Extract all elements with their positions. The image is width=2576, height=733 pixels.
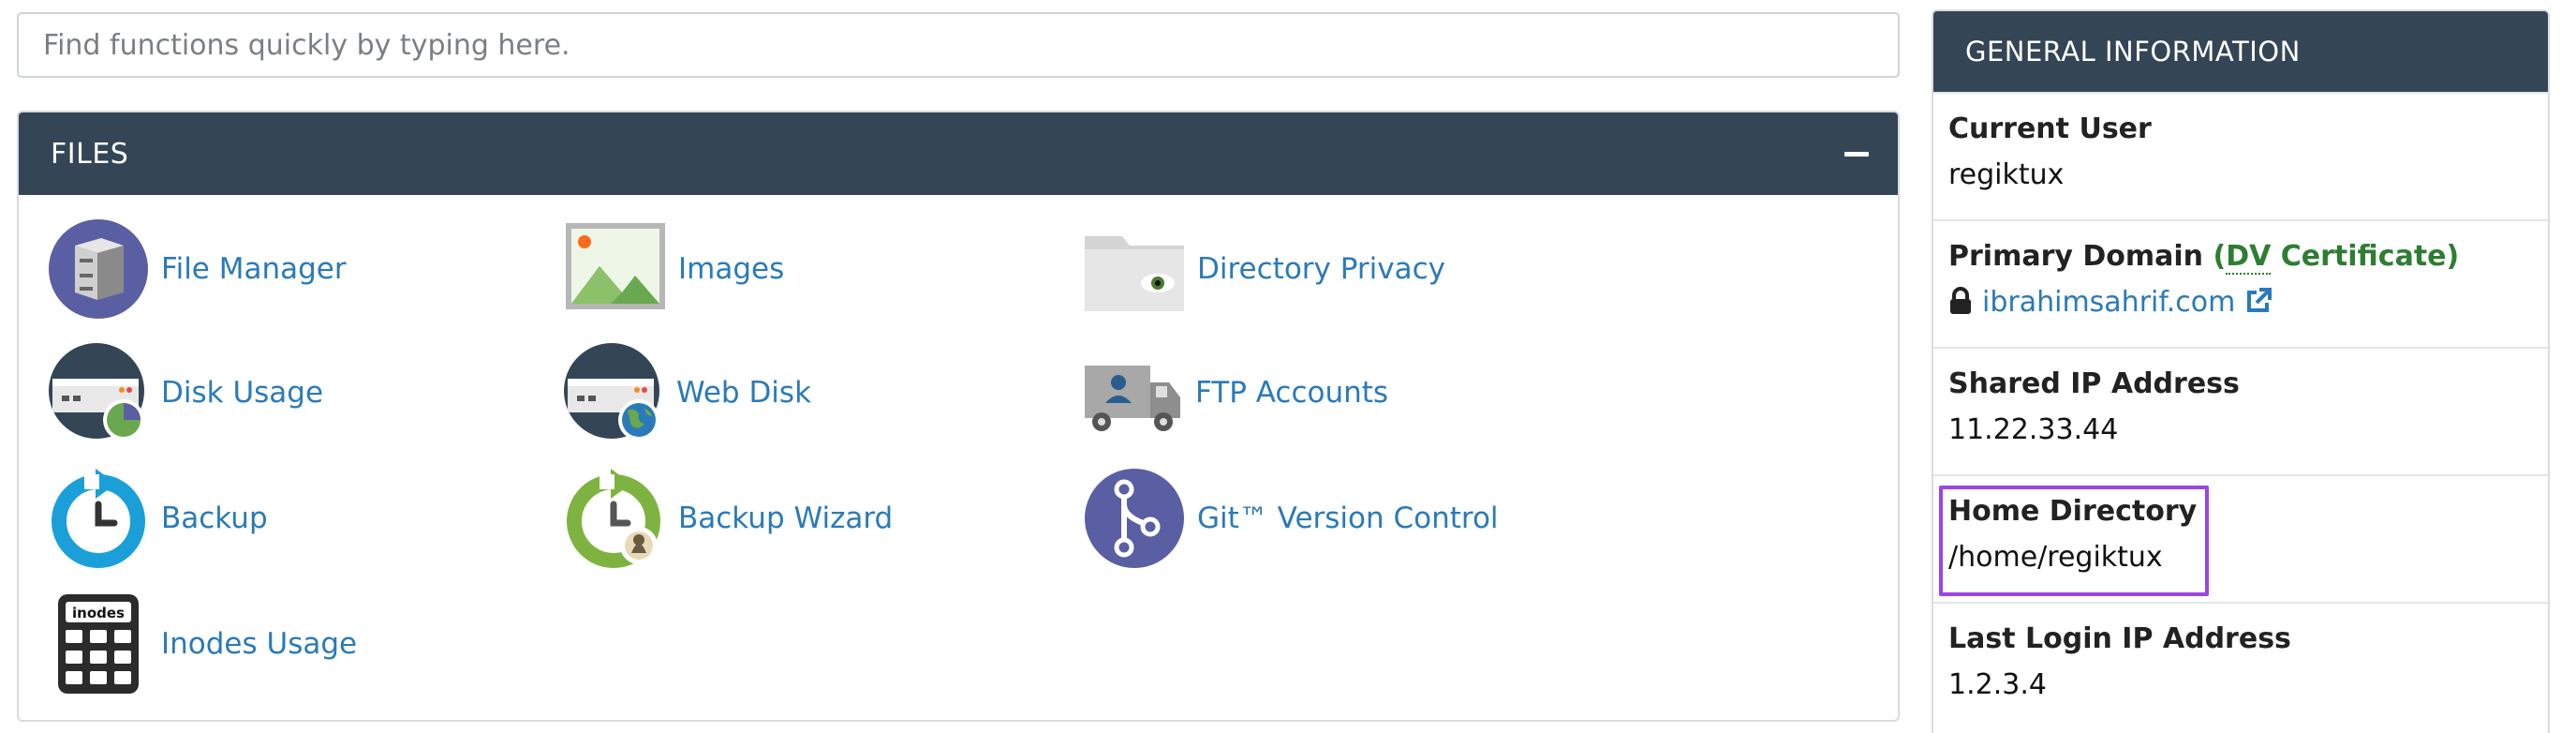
- disk-globe-icon: [562, 341, 665, 444]
- last-login-row: Last Login IP Address 1.2.3.4: [1933, 602, 2548, 729]
- minus-icon: [1844, 151, 1869, 157]
- images-label: Images: [678, 252, 785, 286]
- search-input[interactable]: [17, 12, 1900, 78]
- current-user-label: Current User: [1948, 112, 2152, 145]
- general-information-header: GENERAL INFORMATION: [1933, 11, 2548, 92]
- dv-abbreviation[interactable]: DV: [2226, 240, 2272, 275]
- files-panel-title: FILES: [51, 137, 129, 171]
- backup-label: Backup: [161, 501, 268, 535]
- git-version-control-label: Git™ Version Control: [1197, 501, 1499, 535]
- shared-ip-row: Shared IP Address 11.22.33.44: [1933, 347, 2548, 474]
- current-user-value: regiktux: [1948, 158, 2065, 191]
- inodes-usage-link[interactable]: inodes Inodes Usage: [47, 592, 357, 696]
- ftp-truck-icon: [1081, 341, 1184, 444]
- inodes-usage-label: Inodes Usage: [161, 627, 358, 661]
- external-link-icon[interactable]: [2244, 287, 2273, 319]
- folder-eye-icon: [1083, 217, 1186, 321]
- primary-domain-label: Primary Domain: [1948, 240, 2204, 273]
- backup-clock-icon: [47, 467, 150, 570]
- backup-wizard-icon: [564, 467, 667, 570]
- directory-privacy-link[interactable]: Directory Privacy: [1083, 217, 1445, 321]
- images-link[interactable]: Images: [564, 217, 784, 321]
- cert-rest: Certificate): [2271, 240, 2460, 273]
- ftp-accounts-link[interactable]: FTP Accounts: [1081, 341, 1388, 444]
- general-information-panel: GENERAL INFORMATION Current User regiktu…: [1932, 9, 2550, 733]
- collapse-button[interactable]: [1838, 135, 1875, 172]
- web-disk-link[interactable]: Web Disk: [562, 341, 811, 444]
- home-directory-label: Home Directory: [1948, 495, 2198, 528]
- file-cabinet-icon: [47, 217, 150, 321]
- files-panel-header: FILES: [19, 112, 1898, 195]
- lock-icon: [1948, 286, 1973, 319]
- inodes-calculator-icon: inodes: [47, 592, 150, 696]
- certificate-status[interactable]: (DV Certificate): [2213, 240, 2459, 275]
- git-version-control-link[interactable]: Git™ Version Control: [1083, 467, 1499, 570]
- files-panel: FILES File Manager Images Directory Priv…: [17, 111, 1900, 722]
- cert-open-paren: (: [2213, 240, 2227, 273]
- disk-usage-label: Disk Usage: [161, 376, 324, 410]
- web-disk-label: Web Disk: [676, 376, 812, 410]
- disk-usage-link[interactable]: Disk Usage: [47, 341, 323, 444]
- ftp-accounts-label: FTP Accounts: [1195, 376, 1389, 410]
- git-branch-icon: [1083, 467, 1186, 570]
- primary-domain-row: Primary Domain (DV Certificate) ibrahims…: [1933, 219, 2548, 347]
- file-manager-link[interactable]: File Manager: [47, 217, 347, 321]
- home-directory-row: Home Directory /home/regiktux: [1933, 474, 2548, 602]
- backup-wizard-label: Backup Wizard: [678, 501, 894, 535]
- inodes-icon-text: inodes: [72, 605, 125, 621]
- image-icon: [564, 217, 667, 321]
- current-user-row: Current User regiktux: [1933, 92, 2548, 219]
- shared-ip-value: 11.22.33.44: [1948, 413, 2119, 446]
- home-directory-value: /home/regiktux: [1948, 541, 2163, 574]
- last-login-value: 1.2.3.4: [1948, 668, 2047, 701]
- last-login-label: Last Login IP Address: [1948, 622, 2291, 655]
- backup-wizard-link[interactable]: Backup Wizard: [564, 467, 893, 570]
- directory-privacy-label: Directory Privacy: [1197, 252, 1445, 286]
- shared-ip-label: Shared IP Address: [1948, 367, 2240, 400]
- disk-pie-icon: [47, 341, 150, 444]
- primary-domain-heading: Primary Domain (DV Certificate): [1948, 240, 2533, 275]
- primary-domain-link[interactable]: ibrahimsahrif.com: [1982, 286, 2235, 319]
- file-manager-label: File Manager: [161, 252, 347, 286]
- primary-domain-line: ibrahimsahrif.com: [1948, 286, 2533, 319]
- backup-link[interactable]: Backup: [47, 467, 268, 570]
- general-information-title: GENERAL INFORMATION: [1965, 36, 2301, 67]
